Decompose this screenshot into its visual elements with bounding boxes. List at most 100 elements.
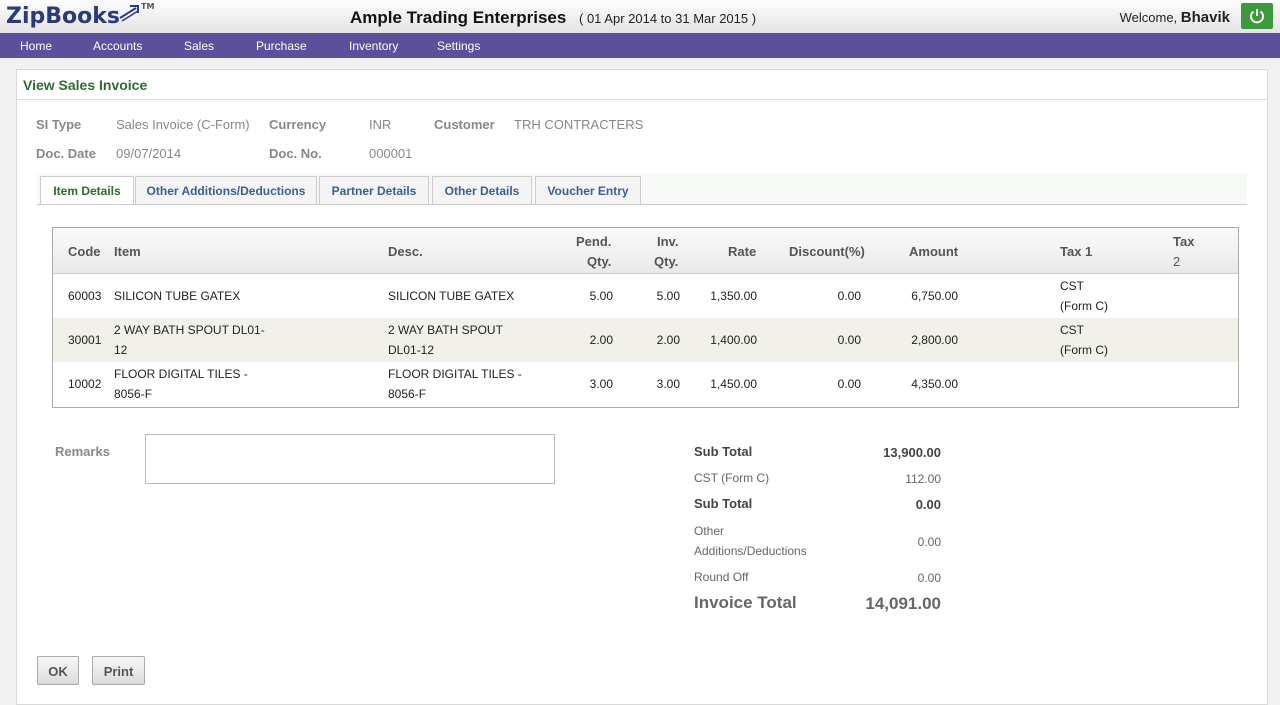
cell-desc-line2: 8056-F <box>388 387 427 401</box>
round-off-value: 0.00 <box>917 571 941 585</box>
cell-tax1-line1: CST <box>1060 279 1084 293</box>
cell-desc: SILICON TUBE GATEX <box>388 289 515 303</box>
cell-item-line2: 8056-F <box>114 387 153 401</box>
nav-inventory[interactable]: Inventory <box>349 39 398 53</box>
col-tax1: Tax 1 <box>1060 244 1093 259</box>
sub-total-label: Sub Total <box>694 444 753 459</box>
tab-voucher-entry[interactable]: Voucher Entry <box>535 176 641 204</box>
table-header: Code Item Desc. Pend. Qty. Inv. Qty. Rat… <box>53 228 1238 274</box>
logo-text: ZipBooks <box>6 4 120 29</box>
cell-code: 10002 <box>68 377 102 391</box>
doc-date-value: 09/07/2014 <box>116 146 182 161</box>
cell-item: SILICON TUBE GATEX <box>114 289 241 303</box>
nav-accounts[interactable]: Accounts <box>93 39 142 53</box>
col-pend-qty-line1: Pend. <box>576 234 612 249</box>
ok-button[interactable]: OK <box>37 656 79 685</box>
cell-rate: 1,450.00 <box>710 377 757 391</box>
cell-item-line1: FLOOR DIGITAL TILES - <box>114 367 248 381</box>
remarks-field[interactable] <box>145 434 555 484</box>
main-nav: Home Accounts Sales Purchase Inventory S… <box>0 33 1280 58</box>
customer-value: TRH CONTRACTERS <box>514 117 644 132</box>
print-button[interactable]: Print <box>92 656 145 685</box>
welcome-label: Welcome, <box>1119 10 1178 25</box>
cell-discount: 0.00 <box>837 289 861 303</box>
cell-discount: 0.00 <box>837 333 861 347</box>
remarks-label: Remarks <box>55 444 110 459</box>
other-additions-label-line1: Other <box>694 524 725 538</box>
page-title: View Sales Invoice <box>23 77 148 93</box>
cell-code: 30001 <box>68 333 102 347</box>
logo-trademark: TM <box>141 2 155 11</box>
col-inv-qty-line1: Inv. <box>657 234 679 249</box>
currency-label: Currency <box>269 117 327 132</box>
col-amount: Amount <box>909 244 959 259</box>
other-additions-value: 0.00 <box>917 535 941 549</box>
col-inv-qty-line2: Qty. <box>654 254 679 269</box>
cell-desc-line2: DL01-12 <box>388 343 435 357</box>
nav-settings[interactable]: Settings <box>437 39 480 53</box>
doc-no-label: Doc. No. <box>269 146 322 161</box>
fiscal-period: ( 01 Apr 2014 to 31 Mar 2015 ) <box>579 11 757 26</box>
cell-pend-qty: 2.00 <box>589 333 613 347</box>
logout-button[interactable] <box>1241 3 1273 29</box>
tab-other-additions-deductions[interactable]: Other Additions/Deductions <box>135 176 317 204</box>
cell-desc-line1: 2 WAY BATH SPOUT <box>388 323 503 337</box>
cell-tax1-line1: CST <box>1060 323 1084 337</box>
cell-amount: 2,800.00 <box>911 333 958 347</box>
user-name[interactable]: Bhavik <box>1181 9 1230 26</box>
sub-total-value: 13,900.00 <box>883 445 941 460</box>
tab-item-details[interactable]: Item Details <box>40 176 134 205</box>
cell-pend-qty: 3.00 <box>589 377 613 391</box>
si-type-label: SI Type <box>36 117 82 132</box>
cell-rate: 1,350.00 <box>710 289 757 303</box>
cst-value: 112.00 <box>905 472 941 486</box>
zipbooks-logo[interactable]: ZipBooks TM <box>6 2 154 29</box>
welcome-text: Welcome, Bhavik <box>1120 9 1230 26</box>
tab-partner-details[interactable]: Partner Details <box>319 176 429 204</box>
table-row[interactable]: 30001 2 WAY BATH SPOUT DL01- 12 2 WAY BA… <box>53 318 1238 362</box>
items-table: Code Item Desc. Pend. Qty. Inv. Qty. Rat… <box>52 227 1239 408</box>
col-tax2-line2: 2 <box>1173 254 1181 269</box>
invoice-panel: View Sales Invoice SI Type Sales Invoice… <box>16 69 1268 705</box>
cst-label: CST (Form C) <box>694 471 770 485</box>
cell-pend-qty: 5.00 <box>589 289 613 303</box>
sub-total-2-value: 0.00 <box>915 497 941 512</box>
customer-label: Customer <box>434 117 495 132</box>
round-off-label: Round Off <box>694 570 749 584</box>
nav-sales[interactable]: Sales <box>184 39 214 53</box>
col-desc: Desc. <box>388 244 423 259</box>
power-icon <box>1250 9 1264 24</box>
col-code: Code <box>68 244 101 259</box>
invoice-total-value: 14,091.00 <box>865 594 941 613</box>
cell-amount: 4,350.00 <box>911 377 958 391</box>
table-row[interactable]: 60003 SILICON TUBE GATEX SILICON TUBE GA… <box>53 274 1238 318</box>
cell-item-line1: 2 WAY BATH SPOUT DL01- <box>114 323 265 337</box>
tabs-divider <box>37 204 1247 205</box>
col-discount: Discount(%) <box>789 244 865 259</box>
col-rate: Rate <box>728 244 757 259</box>
si-type-value: Sales Invoice (C-Form) <box>116 117 250 132</box>
cell-code: 60003 <box>68 289 102 303</box>
nav-home[interactable]: Home <box>20 39 52 53</box>
company-name: Ample Trading Enterprises <box>350 8 567 27</box>
cell-tax1-line2: (Form C) <box>1060 299 1108 313</box>
col-tax2-line1: Tax <box>1173 234 1195 249</box>
currency-value: INR <box>369 117 392 132</box>
other-additions-label-line2: Additions/Deductions <box>694 544 807 558</box>
table-row[interactable]: 10002 FLOOR DIGITAL TILES - 8056-F FLOOR… <box>53 362 1238 406</box>
cell-inv-qty: 3.00 <box>656 377 680 391</box>
cell-inv-qty: 2.00 <box>656 333 680 347</box>
cell-rate: 1,400.00 <box>710 333 757 347</box>
top-header: ZipBooks TM Ample Trading Enterprises ( … <box>0 0 1280 34</box>
doc-date-label: Doc. Date <box>36 146 96 161</box>
sub-total-2-label: Sub Total <box>694 496 753 511</box>
cell-discount: 0.00 <box>837 377 861 391</box>
tab-other-details[interactable]: Other Details <box>432 176 532 204</box>
invoice-total-label: Invoice Total <box>694 593 797 612</box>
col-pend-qty-line2: Qty. <box>587 254 612 269</box>
cell-item-line2: 12 <box>114 343 128 357</box>
cell-desc-line1: FLOOR DIGITAL TILES - <box>388 367 522 381</box>
cell-amount: 6,750.00 <box>911 289 958 303</box>
nav-purchase[interactable]: Purchase <box>256 39 307 53</box>
panel-header: View Sales Invoice <box>17 70 1267 100</box>
